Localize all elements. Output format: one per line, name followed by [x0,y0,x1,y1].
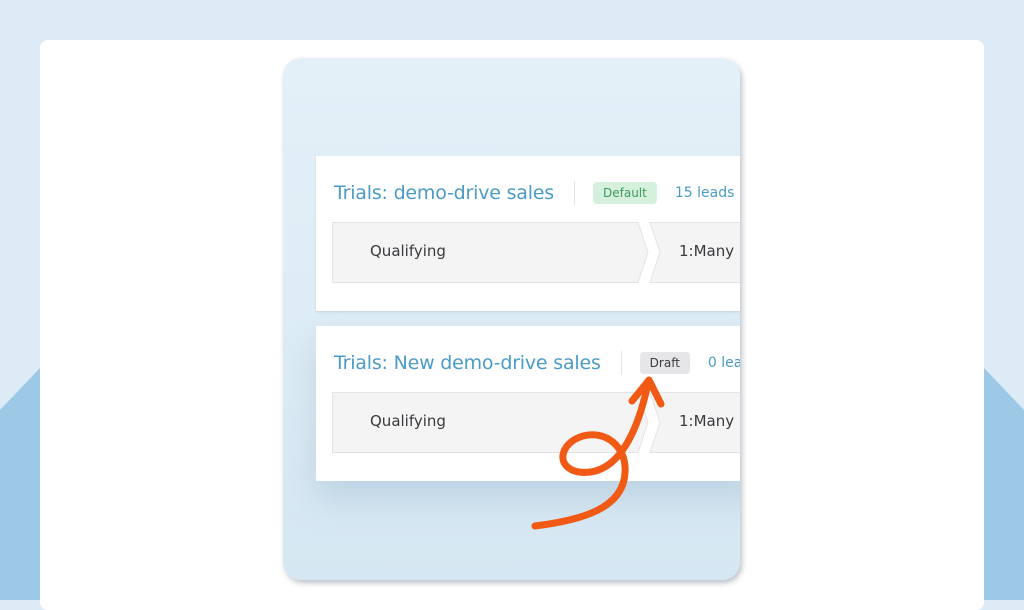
pipeline-row[interactable]: Trials: New demo-drive sales Draft 0 lea… [316,326,740,481]
stage-qualifying[interactable]: Qualifying [370,242,446,260]
header-divider [620,351,622,375]
stage-bar: Qualifying 1:Many D [332,392,740,454]
lead-count-link[interactable]: 15 leads [675,185,735,201]
stage-qualifying[interactable]: Qualifying [370,412,446,430]
stage-one-to-many[interactable]: 1:Many D [679,242,740,260]
header-divider [574,181,575,205]
pipeline-title[interactable]: Trials: New demo-drive sales [334,352,601,374]
default-badge: Default [593,182,657,204]
pipeline-row[interactable]: Trials: demo-drive sales Default 15 lead… [316,156,740,311]
stage-one-to-many[interactable]: 1:Many D [679,412,740,430]
lead-count-link[interactable]: 0 lead [708,355,740,371]
pipeline-header: Trials: New demo-drive sales Draft 0 lea… [334,348,740,378]
pipeline-title[interactable]: Trials: demo-drive sales [334,182,554,204]
stage-bar: Qualifying 1:Many D [332,222,740,284]
draft-badge: Draft [639,352,690,374]
curly-arrow-icon [531,376,665,530]
screenshot-card: Trials: demo-drive sales Default 15 lead… [283,58,740,580]
pipeline-header: Trials: demo-drive sales Default 15 lead… [334,178,734,208]
